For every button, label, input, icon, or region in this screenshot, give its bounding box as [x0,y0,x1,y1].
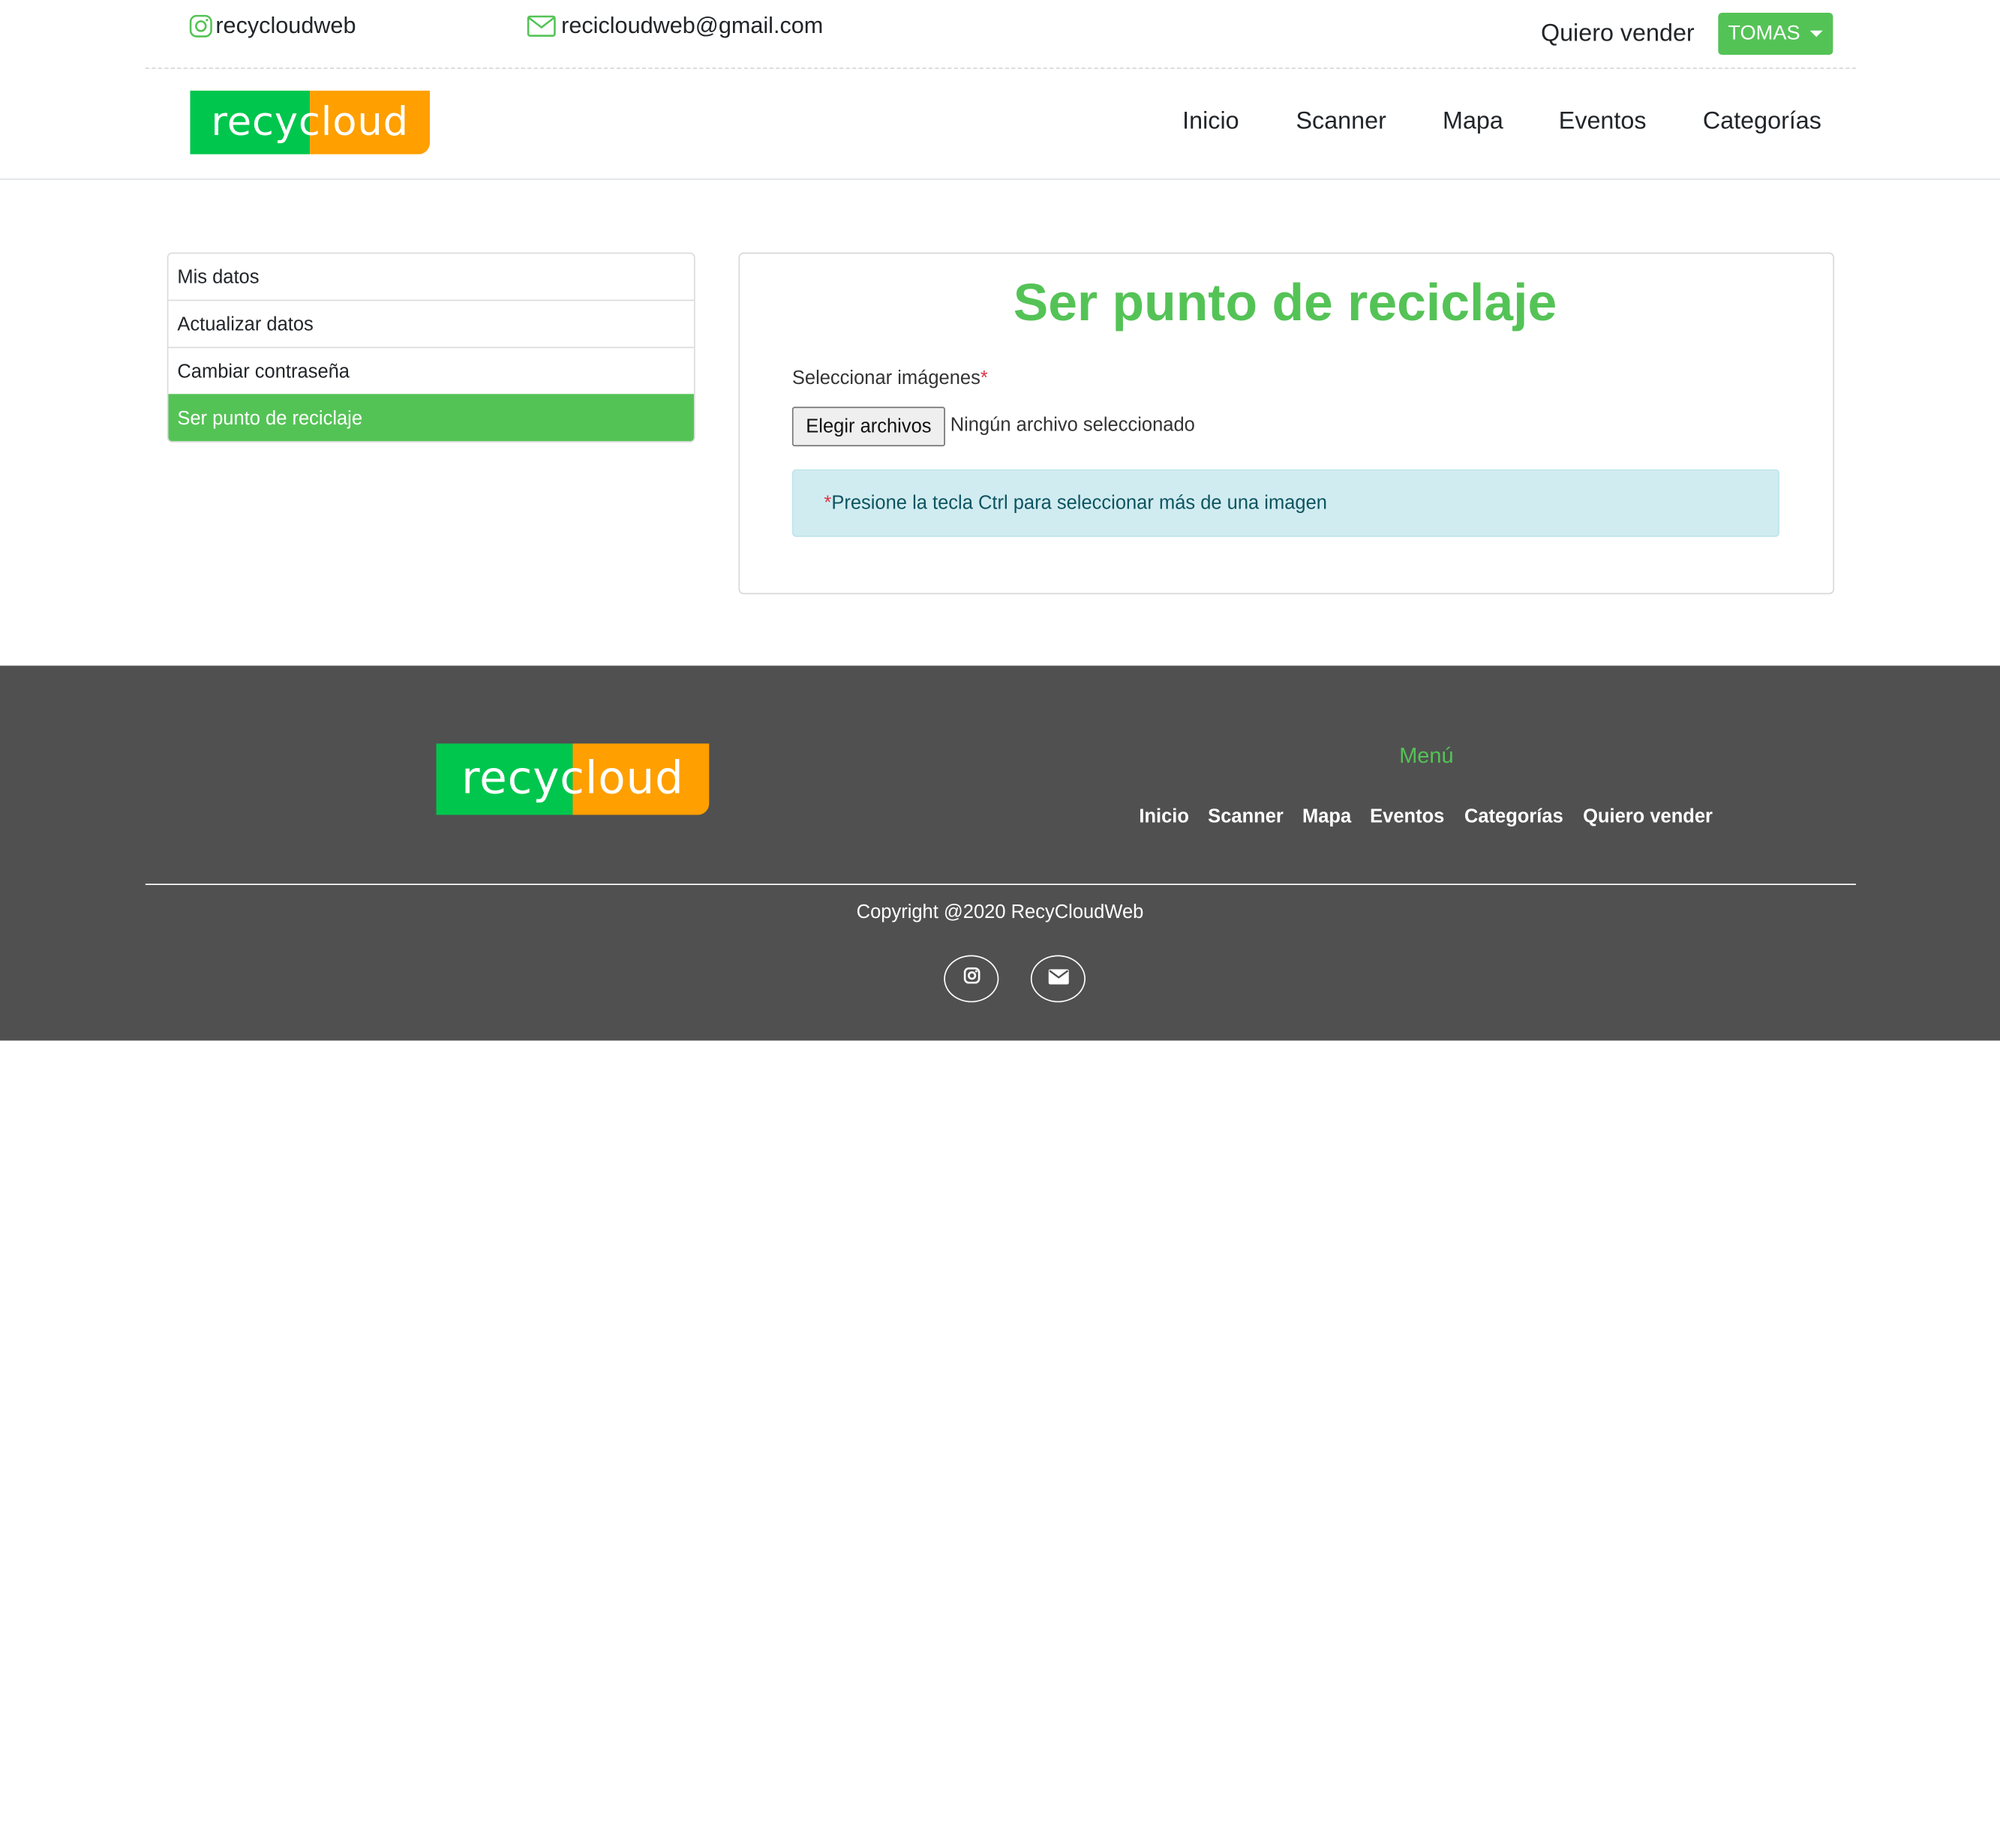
menu-item-mis-datos[interactable]: Mis datos [168,254,694,300]
info-alert: * Presione la tecla Ctrl para seleccionar… [791,469,1779,537]
footer-logo-text: recycloud [461,753,684,805]
logo-text: recycloud [211,99,409,146]
topbar-divider [145,68,1856,69]
account-menu: Mis datos Actualizar datos Cambiar contr… [167,252,695,443]
footer-logo[interactable]: recycloud [436,743,710,815]
footer-divider [145,884,1856,886]
footer-link-inicio[interactable]: Inicio [1139,806,1189,828]
user-name: TOMAS [1728,22,1800,44]
page-title: Ser punto de reciclaje [1013,272,1557,332]
header-divider [0,178,2000,180]
instagram-contact[interactable]: recycloudweb [189,11,356,39]
footer-link-quiero-vender[interactable]: Quiero vender [1583,806,1713,828]
footer-link-categorias[interactable]: Categorías [1464,806,1563,828]
required-mark: * [980,367,988,389]
logo[interactable]: recycloud [190,90,431,154]
email-contact[interactable]: recicloudweb@gmail.com [527,11,823,39]
email-address: recicloudweb@gmail.com [561,12,824,38]
copyright: Copyright @2020 RecyCloudWeb [856,902,1144,924]
nav-categorias[interactable]: Categorías [1703,109,1821,136]
user-menu-button[interactable]: TOMAS [1718,13,1833,56]
nav-scanner[interactable]: Scanner [1296,109,1386,136]
footer-link-mapa[interactable]: Mapa [1302,806,1351,828]
footer-link-eventos[interactable]: Eventos [1370,806,1444,828]
instagram-icon [189,14,213,38]
footer [0,665,2000,1041]
mail-icon [527,14,556,37]
hint-text: Presione la tecla Ctrl para seleccionar … [831,492,1327,514]
footer-menu-title: Menú [1399,743,1454,768]
images-label: Seleccionar imágenes* [792,368,988,389]
nav-eventos[interactable]: Eventos [1559,109,1647,136]
file-status: Ningún archivo seleccionado [950,414,1195,436]
footer-link-scanner[interactable]: Scanner [1208,806,1284,828]
nav-inicio[interactable]: Inicio [1182,109,1239,136]
footer-instagram-button[interactable] [944,955,999,1003]
nav-mapa[interactable]: Mapa [1443,109,1503,136]
sell-link[interactable]: Quiero vender [1541,20,1695,48]
footer-email-button[interactable] [1030,955,1086,1003]
caret-down-icon [1810,30,1824,38]
instagram-handle: recycloudweb [215,12,356,38]
menu-item-ser-punto-reciclaje[interactable]: Ser punto de reciclaje [168,394,694,442]
menu-item-actualizar-datos[interactable]: Actualizar datos [168,299,694,347]
envelope-icon [1047,968,1069,991]
menu-item-cambiar-contrasena[interactable]: Cambiar contraseña [168,346,694,394]
hint-mark: * [824,492,832,514]
page: recycloudweb recicloudweb@gmail.com Quie… [0,0,2000,1838]
choose-files-button[interactable]: Elegir archivos [791,406,945,447]
instagram-icon [962,967,980,991]
images-label-text: Seleccionar imágenes [791,367,980,389]
